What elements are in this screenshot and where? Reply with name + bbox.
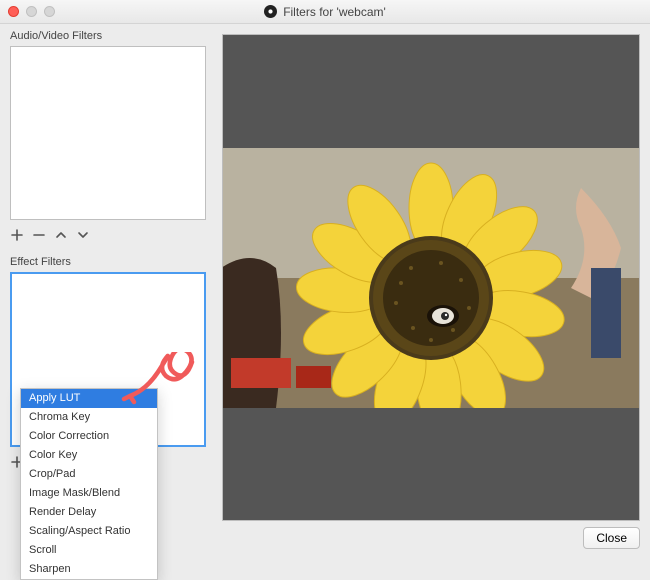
filter-preview <box>222 34 640 521</box>
popup-item-apply-lut[interactable]: Apply LUT <box>21 389 157 408</box>
window-title-text: Filters for 'webcam' <box>283 5 386 19</box>
popup-item-color-correction[interactable]: Color Correction <box>21 427 157 446</box>
add-filter-popup-menu[interactable]: Apply LUT Chroma Key Color Correction Co… <box>20 388 158 580</box>
popup-item-image-mask-blend[interactable]: Image Mask/Blend <box>21 484 157 503</box>
webcam-preview-image <box>223 148 639 408</box>
close-window-icon[interactable] <box>8 6 19 17</box>
audio-video-controls <box>10 226 212 244</box>
move-up-av-filter-button[interactable] <box>54 228 68 242</box>
right-panel: Close <box>218 24 650 565</box>
minimize-window-icon[interactable] <box>26 6 37 17</box>
window-title: Filters for 'webcam' <box>0 5 650 19</box>
popup-item-crop-pad[interactable]: Crop/Pad <box>21 465 157 484</box>
maximize-window-icon[interactable] <box>44 6 55 17</box>
bottom-button-row: Close <box>222 527 640 555</box>
popup-item-chroma-key[interactable]: Chroma Key <box>21 408 157 427</box>
popup-item-scroll[interactable]: Scroll <box>21 541 157 560</box>
popup-item-scaling-aspect-ratio[interactable]: Scaling/Aspect Ratio <box>21 522 157 541</box>
obs-logo-icon <box>264 5 277 18</box>
popup-item-color-key[interactable]: Color Key <box>21 446 157 465</box>
effect-filters-label: Effect Filters <box>10 256 212 268</box>
audio-video-filters-list[interactable] <box>10 46 206 220</box>
popup-item-render-delay[interactable]: Render Delay <box>21 503 157 522</box>
traffic-lights <box>8 6 55 17</box>
window-titlebar: Filters for 'webcam' <box>0 0 650 24</box>
popup-item-sharpen[interactable]: Sharpen <box>21 560 157 579</box>
remove-av-filter-button[interactable] <box>32 228 46 242</box>
add-av-filter-button[interactable] <box>10 228 24 242</box>
audio-video-filters-label: Audio/Video Filters <box>10 30 212 42</box>
move-down-av-filter-button[interactable] <box>76 228 90 242</box>
close-button[interactable]: Close <box>583 527 640 549</box>
